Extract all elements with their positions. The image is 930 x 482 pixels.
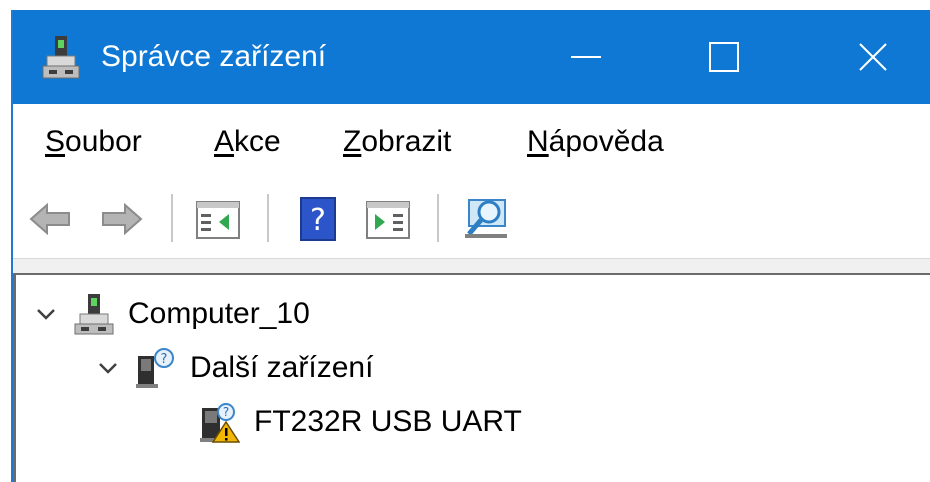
forward-arrow-icon[interactable] [99, 196, 145, 242]
tree-node-ft232r[interactable]: ? FT232R USB UART [198, 399, 522, 445]
tree-node-label: Computer_10 [128, 297, 310, 330]
tree-node-other-devices[interactable]: ? Další zařízení [96, 345, 373, 391]
menu-zobrazit[interactable]: Zobrazit [343, 124, 451, 160]
toolbar-separator [267, 194, 269, 242]
device-manager-window: Správce zařízení Soubor Akce Zobrazit Ná… [11, 10, 930, 482]
properties-icon[interactable] [195, 196, 241, 242]
tree-node-label: FT232R USB UART [254, 405, 522, 438]
toolbar-separator [171, 194, 173, 242]
help-icon[interactable]: ? [295, 196, 341, 242]
toolbar: ? [13, 180, 930, 259]
toolbar-separator [437, 194, 439, 242]
menu-soubor[interactable]: Soubor [45, 124, 142, 160]
tree-node-computer[interactable]: Computer_10 [34, 291, 310, 337]
maximize-button[interactable] [655, 10, 793, 104]
window-title: Správce zařízení [101, 40, 327, 73]
minimize-icon [571, 56, 601, 58]
menu-napoveda[interactable]: Nápověda [527, 124, 664, 160]
menu-akce[interactable]: Akce [214, 124, 281, 160]
page-caption-strip [0, 0, 930, 10]
chevron-down-icon[interactable] [96, 356, 120, 380]
tree-node-label: Další zařízení [190, 351, 374, 384]
device-tree: Computer_10 ? Další zařízení ? FT232R US… [13, 273, 930, 482]
computer-icon [74, 294, 114, 335]
chevron-down-icon[interactable] [34, 302, 58, 326]
title-bar[interactable]: Správce zařízení [13, 10, 930, 104]
scan-hardware-icon[interactable] [463, 196, 509, 242]
close-button[interactable] [813, 10, 930, 104]
update-driver-icon[interactable] [365, 196, 411, 242]
warning-device-icon: ? [200, 403, 240, 443]
pane-gap [13, 259, 930, 273]
svg-text:?: ? [161, 352, 168, 367]
svg-text:?: ? [310, 203, 326, 238]
svg-text:?: ? [223, 405, 229, 419]
menu-bar: Soubor Akce Zobrazit Nápověda [13, 104, 930, 180]
device-manager-app-icon [42, 36, 80, 79]
close-icon [858, 43, 887, 71]
back-arrow-icon[interactable] [27, 196, 73, 242]
minimize-button[interactable] [517, 10, 655, 104]
maximize-icon [709, 42, 739, 72]
unknown-device-icon: ? [136, 348, 174, 388]
